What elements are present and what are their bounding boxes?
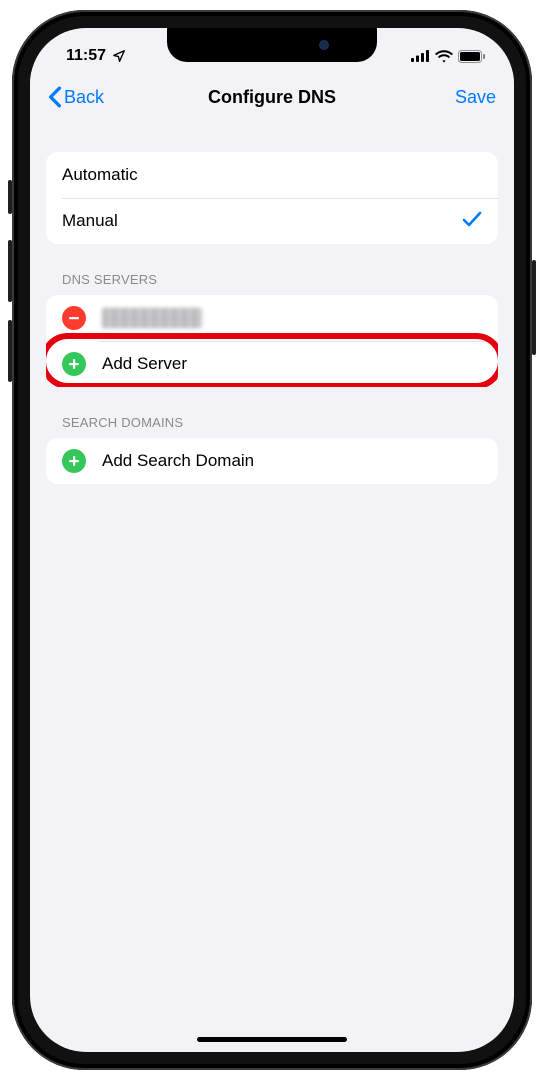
back-button[interactable]: Back xyxy=(48,86,104,108)
content-area: Automatic Manual DNS SERVERS xyxy=(30,122,514,1052)
status-time: 11:57 xyxy=(66,47,106,65)
add-server-label: Add Server xyxy=(102,354,482,374)
mode-label: Automatic xyxy=(62,165,482,185)
add-search-domain-label: Add Search Domain xyxy=(102,451,482,471)
navigation-bar: Back Configure DNS Save xyxy=(30,72,514,122)
chevron-left-icon xyxy=(48,86,62,108)
add-server-row[interactable]: Add Server xyxy=(46,341,498,387)
dns-servers-group: Add Server xyxy=(46,295,498,387)
dns-mode-group: Automatic Manual xyxy=(46,152,498,244)
volume-up-button xyxy=(8,240,12,302)
checkmark-icon xyxy=(462,210,482,233)
search-domains-header: SEARCH DOMAINS xyxy=(46,415,498,438)
dns-servers-header: DNS SERVERS xyxy=(46,272,498,295)
save-button[interactable]: Save xyxy=(455,87,496,108)
page-title: Configure DNS xyxy=(208,87,336,108)
cellular-signal-icon xyxy=(411,50,430,62)
wifi-icon xyxy=(435,50,453,63)
home-indicator[interactable] xyxy=(197,1037,347,1042)
notch xyxy=(167,28,377,62)
dns-server-row[interactable] xyxy=(46,295,498,341)
add-icon xyxy=(62,352,86,376)
mode-option-manual[interactable]: Manual xyxy=(46,198,498,244)
battery-icon xyxy=(458,50,486,63)
mode-option-automatic[interactable]: Automatic xyxy=(46,152,498,198)
dns-server-redacted-value xyxy=(102,308,202,328)
add-search-domain-row[interactable]: Add Search Domain xyxy=(46,438,498,484)
back-label: Back xyxy=(64,87,104,108)
search-domains-group: Add Search Domain xyxy=(46,438,498,484)
screen: 11:57 xyxy=(30,28,514,1052)
location-arrow-icon xyxy=(112,49,126,63)
device-frame: 11:57 xyxy=(12,10,532,1070)
power-button xyxy=(532,260,536,355)
mode-label: Manual xyxy=(62,211,462,231)
front-camera xyxy=(319,40,329,50)
volume-down-button xyxy=(8,320,12,382)
silent-switch xyxy=(8,180,12,214)
add-icon xyxy=(62,449,86,473)
remove-icon[interactable] xyxy=(62,306,86,330)
